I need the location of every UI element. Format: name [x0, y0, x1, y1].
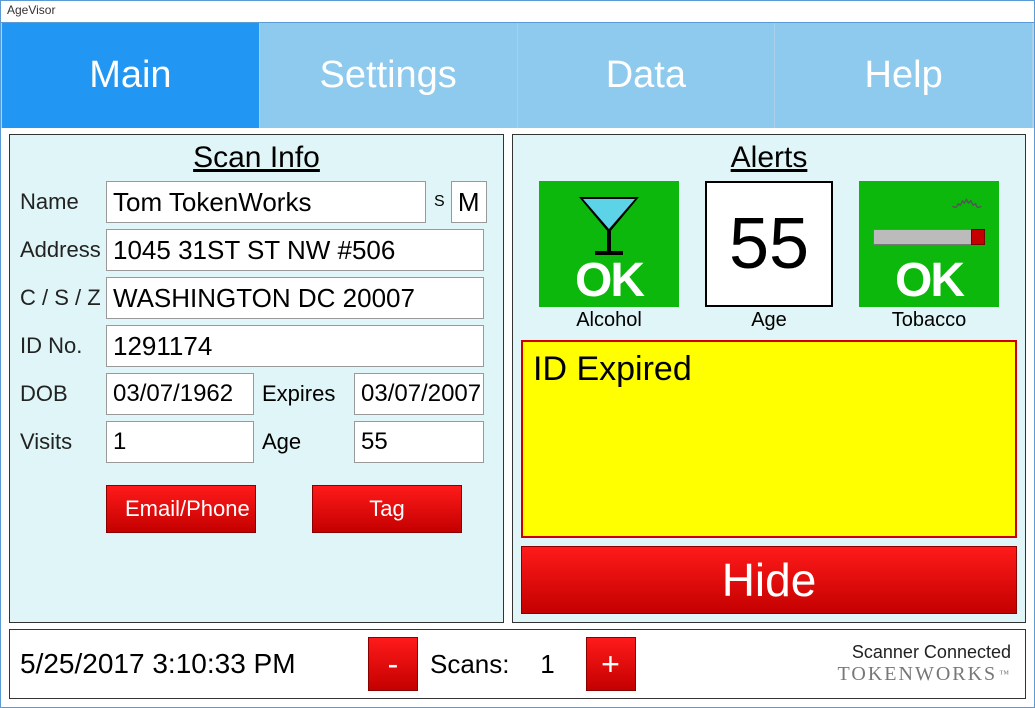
scan-info-panel: Scan Info Name Tom TokenWorks S M Addres…: [9, 134, 504, 623]
scans-value: 1: [518, 649, 578, 680]
scan-buttons: Email/Phone Tag: [20, 485, 493, 533]
scans-label: Scans:: [430, 649, 510, 680]
tokenworks-logo: TOKENWORKS™: [838, 663, 1011, 686]
sex-field[interactable]: M: [451, 181, 487, 223]
alert-alcohol: OK Alcohol: [539, 181, 679, 332]
decrement-button[interactable]: -: [368, 637, 418, 691]
tab-data[interactable]: Data: [518, 23, 776, 128]
label-expires: Expires: [262, 381, 354, 407]
scan-info-title: Scan Info: [20, 141, 493, 175]
tab-help[interactable]: Help: [775, 23, 1033, 128]
label-sex: S: [434, 193, 445, 211]
content-area: Scan Info Name Tom TokenWorks S M Addres…: [1, 128, 1034, 623]
tab-bar: Main Settings Data Help: [1, 23, 1034, 128]
id-field[interactable]: 1291174: [106, 325, 484, 367]
csz-field[interactable]: WASHINGTON DC 20007: [106, 277, 484, 319]
email-phone-button[interactable]: Email/Phone: [106, 485, 256, 533]
age-caption: Age: [751, 309, 787, 332]
datetime: 5/25/2017 3:10:33 PM: [20, 648, 360, 680]
expires-field[interactable]: 03/07/2007: [354, 373, 484, 415]
alcohol-tile: OK: [539, 181, 679, 307]
alerts-panel: Alerts OK Alcohol: [512, 134, 1026, 623]
tobacco-tile: ෴ OK: [859, 181, 999, 307]
row-id: ID No. 1291174: [20, 325, 493, 367]
tobacco-status: OK: [895, 257, 963, 305]
label-visits: Visits: [20, 429, 106, 455]
age-tile: 55: [705, 181, 833, 307]
martini-icon: [579, 197, 639, 257]
row-name: Name Tom TokenWorks S M: [20, 181, 493, 223]
row-csz: C / S / Z WASHINGTON DC 20007: [20, 277, 493, 319]
label-csz: C / S / Z: [20, 285, 106, 311]
titlebar: AgeVisor: [1, 1, 1034, 23]
tab-main[interactable]: Main: [2, 23, 260, 128]
alert-tobacco: ෴ OK Tobacco: [859, 181, 999, 332]
tab-settings[interactable]: Settings: [260, 23, 518, 128]
alcohol-status: OK: [575, 257, 643, 305]
visits-field[interactable]: 1: [106, 421, 254, 463]
row-visits-age: Visits 1 Age 55: [20, 421, 493, 463]
dob-field[interactable]: 03/07/1962: [106, 373, 254, 415]
age-field[interactable]: 55: [354, 421, 484, 463]
label-name: Name: [20, 189, 106, 215]
window-title: AgeVisor: [7, 3, 55, 17]
row-address: Address 1045 31ST ST NW #506: [20, 229, 493, 271]
alerts-title: Alerts: [521, 141, 1017, 175]
alert-age: 55 Age: [699, 181, 839, 332]
tobacco-caption: Tobacco: [892, 309, 967, 332]
alcohol-caption: Alcohol: [576, 309, 642, 332]
status-bar: 5/25/2017 3:10:33 PM - Scans: 1 + Scanne…: [9, 629, 1026, 699]
address-field[interactable]: 1045 31ST ST NW #506: [106, 229, 484, 271]
app-window: AgeVisor Main Settings Data Help Scan In…: [0, 0, 1035, 708]
label-id: ID No.: [20, 333, 106, 359]
increment-button[interactable]: +: [586, 637, 636, 691]
alerts-row: OK Alcohol 55 Age ෴: [521, 181, 1017, 332]
hide-button[interactable]: Hide: [521, 546, 1017, 614]
row-dob-exp: DOB 03/07/1962 Expires 03/07/2007: [20, 373, 493, 415]
cigarette-icon: ෴: [869, 187, 989, 257]
label-dob: DOB: [20, 381, 106, 407]
name-field[interactable]: Tom TokenWorks: [106, 181, 426, 223]
label-address: Address: [20, 237, 106, 263]
alert-message: ID Expired: [521, 340, 1017, 538]
age-value: 55: [729, 203, 809, 285]
tag-button[interactable]: Tag: [312, 485, 462, 533]
right-status: Scanner Connected TOKENWORKS™: [838, 642, 1015, 686]
scanner-status: Scanner Connected: [838, 642, 1011, 663]
label-age: Age: [262, 429, 354, 455]
